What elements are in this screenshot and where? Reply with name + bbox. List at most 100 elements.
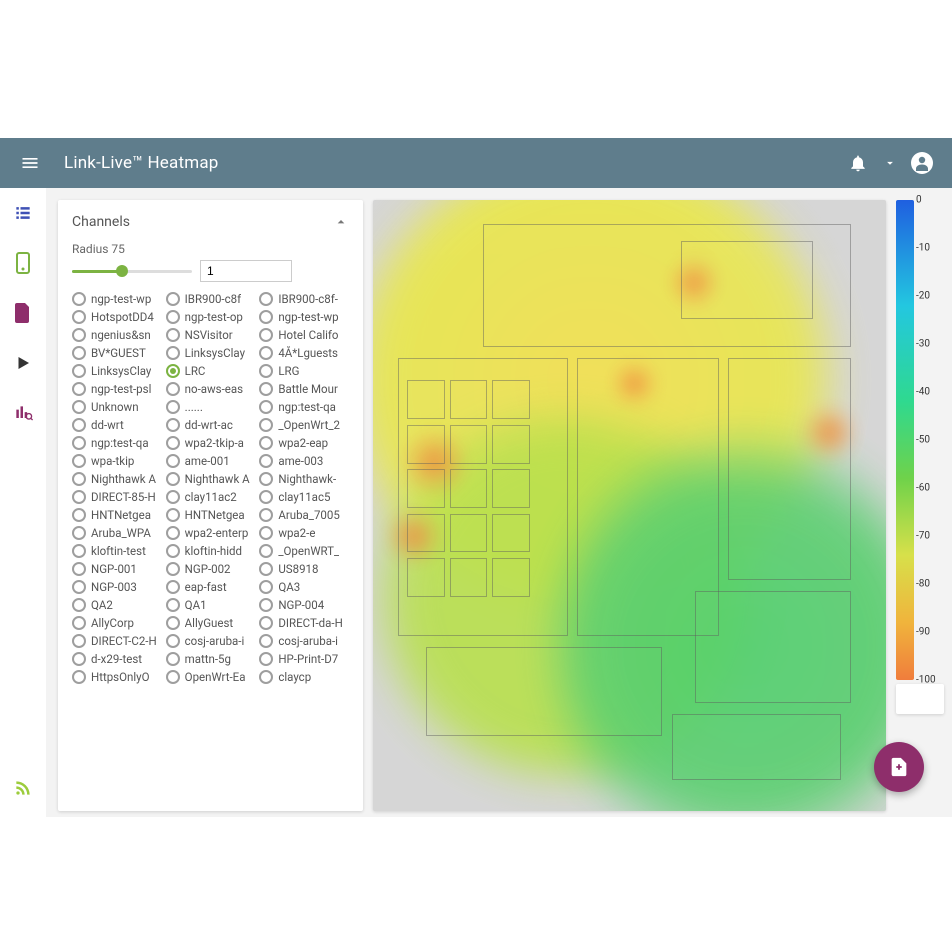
- channel-option[interactable]: OpenWrt-Ea: [166, 670, 256, 684]
- page-title: Link-Live™ Heatmap: [64, 153, 219, 173]
- rail-signal-icon[interactable]: [12, 777, 34, 799]
- channel-option[interactable]: IBR900-c8f-: [259, 292, 349, 306]
- channel-option[interactable]: _OpenWrt_2: [259, 418, 349, 432]
- rail-file-icon[interactable]: [12, 302, 34, 324]
- channel-option[interactable]: DIRECT-C2-H: [72, 634, 162, 648]
- radio-icon: [166, 382, 180, 396]
- channel-label: QA1: [185, 598, 207, 612]
- channel-option[interactable]: Nighthawk-: [259, 472, 349, 486]
- radio-icon: [72, 400, 86, 414]
- channel-option[interactable]: mattn-5g: [166, 652, 256, 666]
- radius-input[interactable]: [200, 260, 292, 282]
- channel-option[interactable]: dd-wrt: [72, 418, 162, 432]
- channel-option[interactable]: QA3: [259, 580, 349, 594]
- channel-label: Nighthawk-: [278, 472, 336, 486]
- channel-option[interactable]: eap-fast: [166, 580, 256, 594]
- channel-option[interactable]: Nighthawk A: [72, 472, 162, 486]
- channel-option[interactable]: LinksysClay: [72, 364, 162, 378]
- channel-option[interactable]: IBR900-c8f: [166, 292, 256, 306]
- channel-label: ngp-test-wp: [91, 292, 151, 306]
- channel-option[interactable]: QA2: [72, 598, 162, 612]
- channel-option[interactable]: Aruba_WPA: [72, 526, 162, 540]
- radio-icon: [259, 598, 273, 612]
- rail-play-icon[interactable]: [12, 352, 34, 374]
- channel-label: eap-fast: [185, 580, 227, 594]
- fab-add-button[interactable]: [874, 742, 924, 792]
- bell-icon[interactable]: [842, 153, 874, 173]
- radio-icon: [166, 490, 180, 504]
- channel-option[interactable]: AllyGuest: [166, 616, 256, 630]
- radio-icon: [259, 490, 273, 504]
- rail-list-icon[interactable]: [12, 202, 34, 224]
- channel-option[interactable]: wpa-tkip: [72, 454, 162, 468]
- channel-option[interactable]: Hotel Califo: [259, 328, 349, 342]
- channel-option[interactable]: Aruba_7005: [259, 508, 349, 522]
- channel-option[interactable]: NGP-003: [72, 580, 162, 594]
- channel-option[interactable]: Battle Mour: [259, 382, 349, 396]
- channel-option[interactable]: ame-001: [166, 454, 256, 468]
- channel-option[interactable]: QA1: [166, 598, 256, 612]
- rail-analytics-icon[interactable]: [12, 402, 34, 424]
- channel-option[interactable]: wpa2-eap: [259, 436, 349, 450]
- channel-option[interactable]: NGP-004: [259, 598, 349, 612]
- channel-option[interactable]: kloftin-test: [72, 544, 162, 558]
- dropdown-icon[interactable]: [874, 156, 906, 170]
- channel-option[interactable]: ngp-test-wp: [259, 310, 349, 324]
- channel-option[interactable]: cosj-aruba-i: [166, 634, 256, 648]
- channel-option[interactable]: NGP-001: [72, 562, 162, 576]
- channel-option[interactable]: DIRECT-da-H: [259, 616, 349, 630]
- channel-option[interactable]: ngp-test-psl: [72, 382, 162, 396]
- channel-option[interactable]: wpa2-e: [259, 526, 349, 540]
- channel-option[interactable]: ame-003: [259, 454, 349, 468]
- channel-option[interactable]: HNTNetgea: [72, 508, 162, 522]
- channel-label: ngp-test-op: [185, 310, 243, 324]
- radius-slider[interactable]: [72, 261, 192, 281]
- channel-option[interactable]: wpa2-enterp: [166, 526, 256, 540]
- channel-label: ......: [185, 400, 203, 414]
- radio-icon: [259, 580, 273, 594]
- channel-option[interactable]: ngp:test-qa: [259, 400, 349, 414]
- channel-option[interactable]: ngp-test-op: [166, 310, 256, 324]
- channel-option[interactable]: AllyCorp: [72, 616, 162, 630]
- channel-option[interactable]: d-x29-test: [72, 652, 162, 666]
- channel-option[interactable]: _OpenWRT_: [259, 544, 349, 558]
- channel-option[interactable]: LRG: [259, 364, 349, 378]
- channel-option[interactable]: kloftin-hidd: [166, 544, 256, 558]
- channel-option[interactable]: HotspotDD4: [72, 310, 162, 324]
- menu-icon[interactable]: [14, 153, 46, 173]
- channel-option[interactable]: ngp:test-qa: [72, 436, 162, 450]
- collapse-icon[interactable]: [333, 214, 349, 230]
- channel-option[interactable]: BV*GUEST: [72, 346, 162, 360]
- radio-icon: [259, 562, 273, 576]
- channel-option[interactable]: HttpsOnlyO: [72, 670, 162, 684]
- channel-option[interactable]: ngp-test-wp: [72, 292, 162, 306]
- channel-option[interactable]: US8918: [259, 562, 349, 576]
- channel-label: ngp:test-qa: [278, 400, 336, 414]
- radio-icon: [72, 580, 86, 594]
- channel-option[interactable]: LRC: [166, 364, 256, 378]
- heatmap-canvas[interactable]: [373, 200, 886, 811]
- channel-option[interactable]: wpa2-tkip-a: [166, 436, 256, 450]
- channel-option[interactable]: clay11ac5: [259, 490, 349, 504]
- account-icon[interactable]: [906, 151, 938, 175]
- channel-option[interactable]: Unknown: [72, 400, 162, 414]
- channel-option[interactable]: HNTNetgea: [166, 508, 256, 522]
- channel-option[interactable]: DIRECT-85-H: [72, 490, 162, 504]
- channel-option[interactable]: ngenius&sn: [72, 328, 162, 342]
- channel-option[interactable]: HP-Print-D7: [259, 652, 349, 666]
- channel-option[interactable]: clay11ac2: [166, 490, 256, 504]
- channel-option[interactable]: NGP-002: [166, 562, 256, 576]
- rail-phone-icon[interactable]: [12, 252, 34, 274]
- channel-option[interactable]: dd-wrt-ac: [166, 418, 256, 432]
- channel-option[interactable]: claycp: [259, 670, 349, 684]
- channel-option[interactable]: 4Å*Lguests: [259, 346, 349, 360]
- legend-tick: -50: [916, 435, 930, 446]
- channel-option[interactable]: cosj-aruba-i: [259, 634, 349, 648]
- radio-icon: [72, 472, 86, 486]
- channel-option[interactable]: Nighthawk A: [166, 472, 256, 486]
- channel-label: Hotel Califo: [278, 328, 338, 342]
- channel-option[interactable]: LinksysClay: [166, 346, 256, 360]
- channel-option[interactable]: ......: [166, 400, 256, 414]
- channel-option[interactable]: no-aws-eas: [166, 382, 256, 396]
- channel-option[interactable]: NSVisitor: [166, 328, 256, 342]
